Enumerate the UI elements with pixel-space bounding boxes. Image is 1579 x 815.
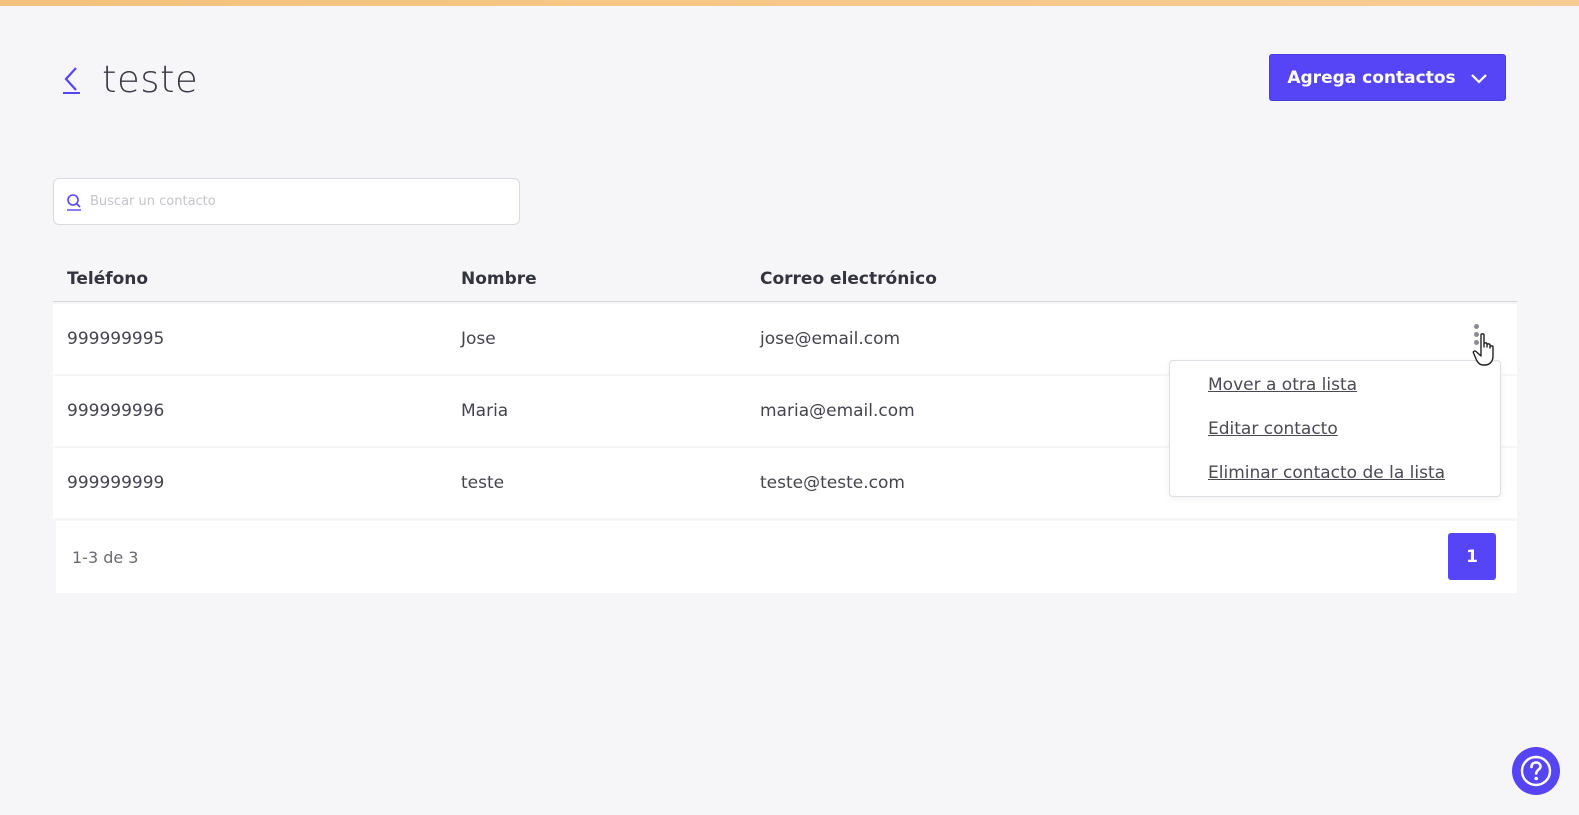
- cell-email: jose@email.com: [760, 329, 901, 349]
- cell-name: teste: [461, 473, 505, 493]
- cell-phone: 999999995: [67, 329, 165, 349]
- row-actions-menu: Mover a otra lista Editar contacto Elimi…: [1169, 360, 1501, 497]
- search-input[interactable]: [90, 194, 490, 209]
- table-header: Teléfono Nombre Correo electrónico: [53, 256, 1517, 302]
- column-header-phone: Teléfono: [67, 268, 149, 289]
- page-button-current[interactable]: 1: [1448, 533, 1496, 580]
- column-header-email: Correo electrónico: [760, 268, 937, 289]
- cell-name: Maria: [461, 401, 509, 421]
- help-button[interactable]: [1512, 747, 1560, 795]
- pagination-range: 1-3 de 3: [72, 547, 139, 567]
- add-contacts-button[interactable]: Agrega contactos: [1269, 54, 1506, 101]
- chevron-down-icon: [1470, 73, 1487, 84]
- table-footer: 1-3 de 3 1: [56, 521, 1517, 593]
- chevron-left-icon: [63, 67, 80, 94]
- search-icon: [67, 193, 81, 211]
- question-mark-icon: [1520, 755, 1552, 787]
- column-header-name: Nombre: [461, 268, 537, 289]
- cell-email: teste@teste.com: [760, 473, 905, 493]
- page-header: teste: [60, 56, 198, 102]
- cell-email: maria@email.com: [760, 401, 915, 421]
- add-contacts-label: Agrega contactos: [1287, 67, 1456, 88]
- top-accent-strip: [0, 0, 1579, 6]
- cell-phone: 999999996: [67, 401, 165, 421]
- page-title: teste: [102, 57, 199, 101]
- back-button[interactable]: [60, 61, 82, 97]
- kebab-menu-icon[interactable]: [1469, 324, 1483, 354]
- search-box: [53, 178, 520, 225]
- menu-item-remove-contact[interactable]: Eliminar contacto de la lista: [1208, 462, 1500, 506]
- cell-phone: 999999999: [67, 473, 165, 493]
- menu-item-move-to-list[interactable]: Mover a otra lista: [1208, 374, 1500, 418]
- menu-item-edit-contact[interactable]: Editar contacto: [1208, 418, 1500, 462]
- cell-name: Jose: [461, 329, 496, 349]
